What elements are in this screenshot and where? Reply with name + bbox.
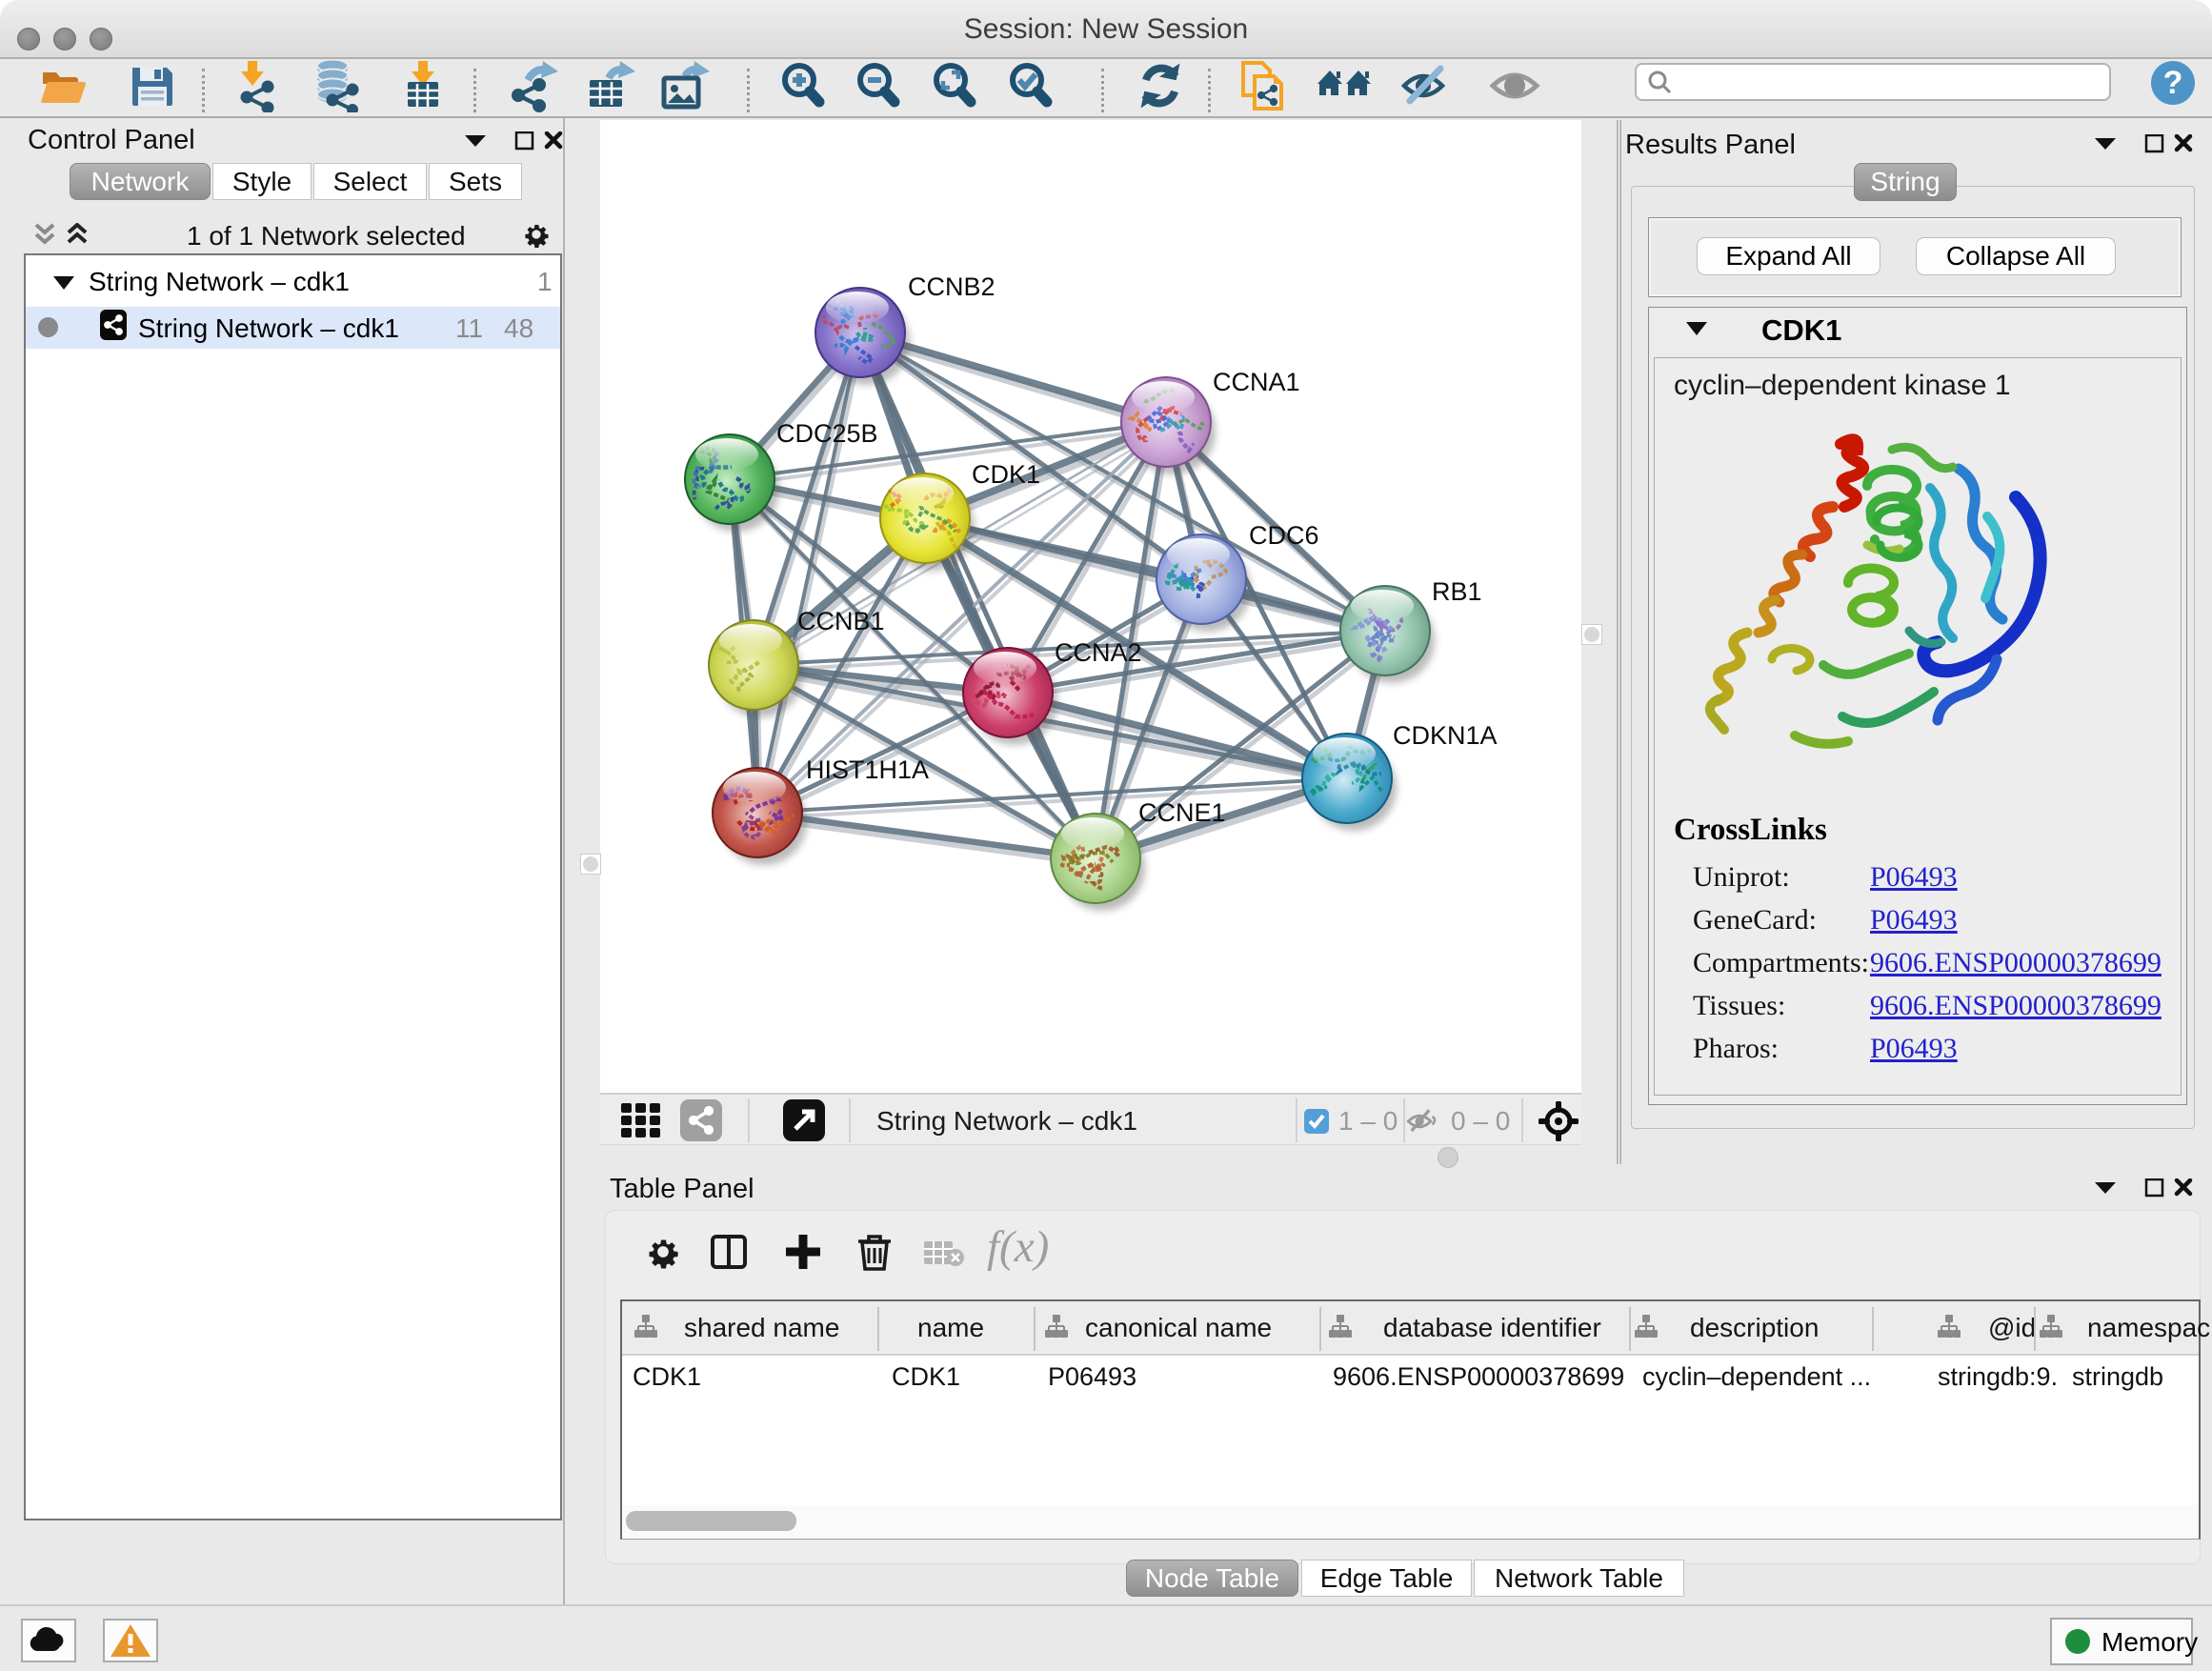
svg-text:CCNE1: CCNE1 [1138,798,1226,827]
svg-text:RB1: RB1 [1432,577,1482,606]
svg-text:CCNB1: CCNB1 [797,607,885,635]
svg-text:CCNA2: CCNA2 [1055,638,1142,667]
svg-text:CDC25B: CDC25B [776,419,878,448]
svg-text:HIST1H1A: HIST1H1A [806,755,929,784]
svg-text:CDC6: CDC6 [1249,521,1319,550]
svg-text:CCNA1: CCNA1 [1213,368,1300,396]
svg-text:CCNB2: CCNB2 [908,272,995,301]
svg-text:CDKN1A: CDKN1A [1393,721,1498,750]
svg-text:CDK1: CDK1 [972,460,1040,489]
svg-text:?: ? [2163,65,2183,101]
